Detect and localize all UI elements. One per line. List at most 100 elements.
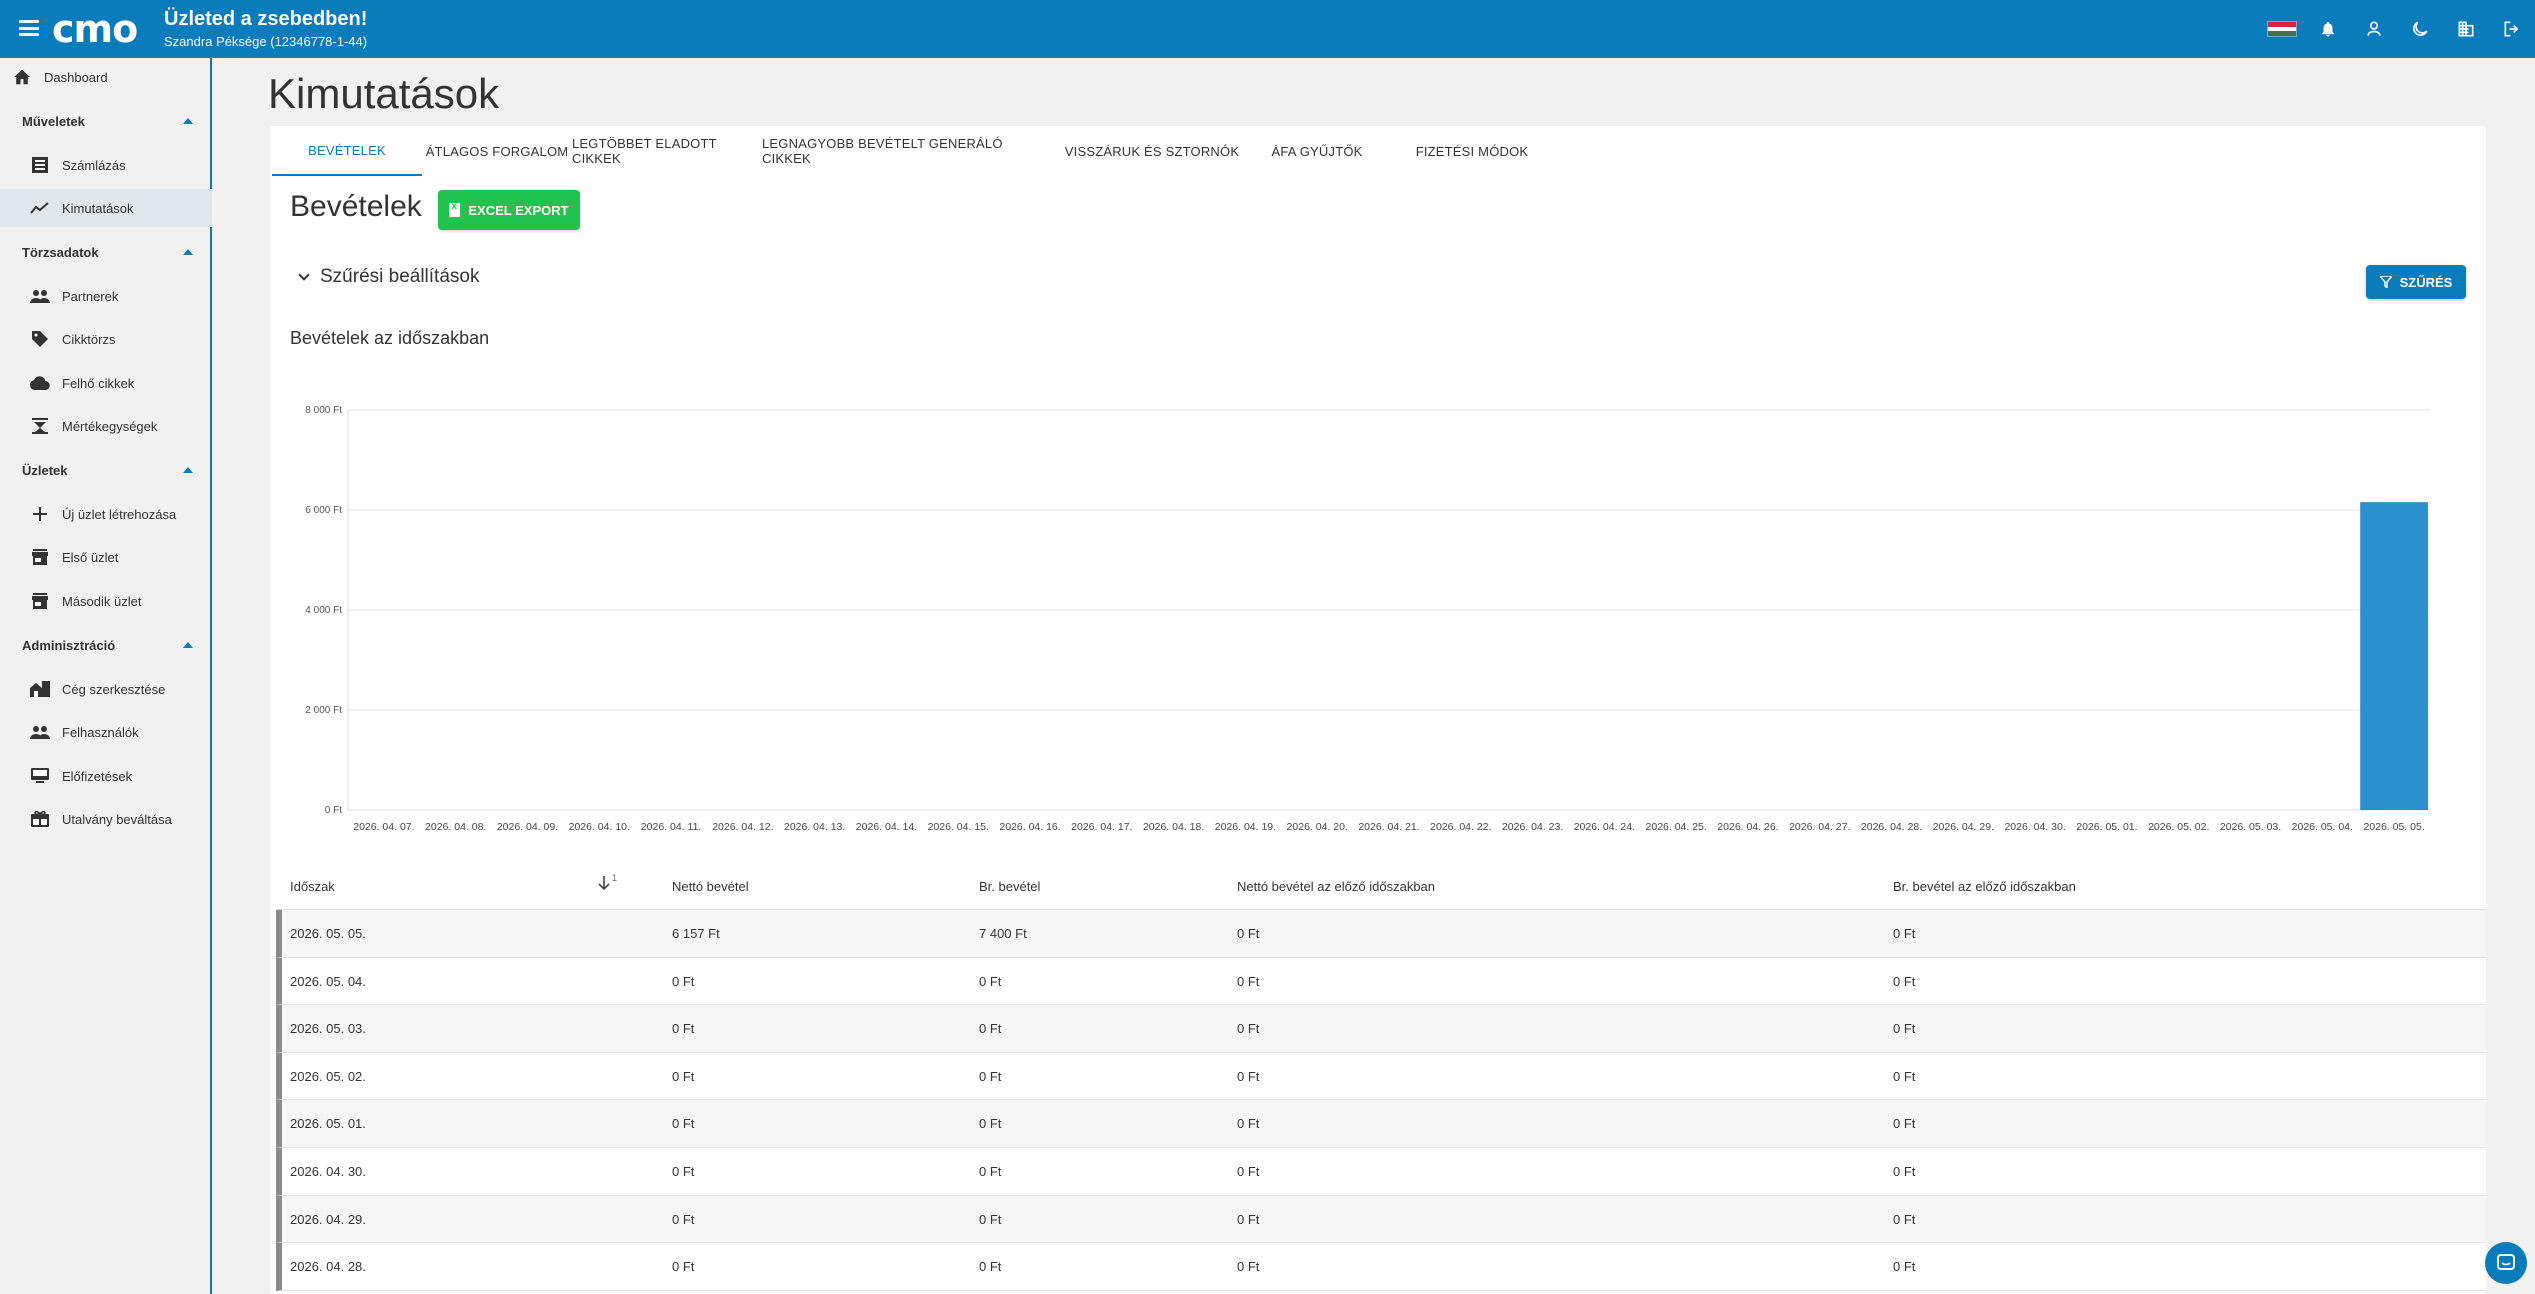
sidebar-item-mertekegysegek[interactable]: Mértékegységek xyxy=(0,407,212,445)
logout-icon[interactable] xyxy=(2489,0,2535,58)
sort-index: 1 xyxy=(612,873,618,883)
table-row[interactable]: 2026. 05. 04. 0 Ft 0 Ft 0 Ft 0 Ft xyxy=(276,957,2486,1006)
y-tick-label: 0 Ft xyxy=(325,805,342,816)
sidebar-item-ceg-szerkesztese[interactable]: Cég szerkesztése xyxy=(0,670,212,708)
column-header-netto-elozo[interactable]: Nettó bevétel az előző időszakban xyxy=(1237,862,1435,910)
sidebar-section-label: Törzsadatok xyxy=(22,244,99,260)
moon-icon[interactable] xyxy=(2397,0,2443,58)
bell-icon[interactable] xyxy=(2305,0,2351,58)
sidebar-section-adminisztracio[interactable]: Adminisztráció xyxy=(0,626,212,664)
table-cell: 2026. 05. 03. xyxy=(290,1021,366,1037)
table-cell: 0 Ft xyxy=(672,1211,695,1227)
table-cell: 2026. 05. 05. xyxy=(290,926,366,941)
sidebar-item-dashboard[interactable]: Dashboard xyxy=(0,58,212,96)
building-icon[interactable] xyxy=(2443,0,2489,58)
excel-export-label: EXCEL EXPORT xyxy=(468,202,569,218)
user-icon[interactable] xyxy=(2351,0,2397,58)
sidebar-item-elso-uzlet[interactable]: Első üzlet xyxy=(0,538,212,576)
table-cell: 2026. 04. 29. xyxy=(290,1211,366,1227)
sort-desc-icon[interactable]: 1 xyxy=(597,873,617,894)
sidebar-item-label: Cég szerkesztése xyxy=(62,681,166,697)
table-row[interactable]: 2026. 05. 01. 0 Ft 0 Ft 0 Ft 0 Ft xyxy=(276,1100,2486,1148)
column-header-netto-bevetel[interactable]: Nettó bevétel xyxy=(672,862,749,910)
sidebar-section-label: Adminisztráció xyxy=(22,637,116,653)
x-tick-label: 2026. 04. 07. xyxy=(353,821,414,833)
x-tick-label: 2026. 05. 01. xyxy=(2076,821,2137,833)
sidebar-section-torzsadatok[interactable]: Törzsadatok xyxy=(0,233,212,271)
table-cell: 0 Ft xyxy=(979,1259,1002,1275)
excel-export-button[interactable]: EXCEL EXPORT xyxy=(438,190,580,230)
tab-afa-gyujtok[interactable]: ÁFA GYŰJTŐK xyxy=(1252,126,1382,176)
sidebar-item-kimutatasok[interactable]: Kimutatások xyxy=(0,189,212,227)
sidebar-item-masodik-uzlet[interactable]: Második üzlet xyxy=(0,582,212,620)
table-row[interactable]: 2026. 04. 30. 0 Ft 0 Ft 0 Ft 0 Ft xyxy=(276,1147,2486,1196)
y-tick-label: 2 000 Ft xyxy=(305,705,342,716)
sidebar-item-label: Első üzlet xyxy=(62,549,119,565)
table-cell: 2026. 04. 28. xyxy=(290,1259,366,1275)
table-cell: 0 Ft xyxy=(672,1259,695,1275)
column-header-idoszak[interactable]: Időszak xyxy=(290,862,335,910)
table-cell: 0 Ft xyxy=(979,1068,1002,1084)
sidebar-item-label: Cikktörzs xyxy=(62,331,116,347)
x-tick-label: 2026. 04. 12. xyxy=(712,821,773,833)
x-tick-label: 2026. 04. 22. xyxy=(1430,821,1491,833)
sidebar-item-elofizetesek[interactable]: Előfizetések xyxy=(0,757,212,795)
table-cell: 0 Ft xyxy=(1237,1021,1260,1037)
sidebar-item-label: Dashboard xyxy=(44,69,108,85)
table-cell: 0 Ft xyxy=(672,1163,695,1179)
tab-atlagos-forgalom[interactable]: ÁTLAGOS FORGALOM xyxy=(422,126,572,176)
table-cell: 0 Ft xyxy=(979,1116,1002,1132)
people-icon xyxy=(30,287,50,305)
caret-up-icon xyxy=(183,642,193,648)
report-tabs: BEVÉTELEK ÁTLAGOS FORGALOM LEGTÖBBET ELA… xyxy=(270,126,2486,176)
table-cell: 0 Ft xyxy=(1893,1021,1916,1037)
x-tick-label: 2026. 04. 14. xyxy=(856,821,917,833)
caret-up-icon xyxy=(183,118,193,124)
table-cell: 0 Ft xyxy=(672,973,695,989)
table-cell: 0 Ft xyxy=(1893,1116,1916,1132)
x-tick-label: 2026. 04. 13. xyxy=(784,821,845,833)
sidebar-item-cikktorzs[interactable]: Cikktörzs xyxy=(0,320,212,358)
sidebar-item-label: Felhasználók xyxy=(62,724,139,740)
sidebar-item-label: Kimutatások xyxy=(62,200,134,216)
tab-fizetesi-modok[interactable]: FIZETÉSI MÓDOK xyxy=(1382,126,1562,176)
x-tick-label: 2026. 04. 09. xyxy=(497,821,558,833)
tab-legnagyobb-bevetelt-generalo-cikkek[interactable]: LEGNAGYOBB BEVÉTELT GENERÁLÓ CIKKEK xyxy=(762,126,1052,176)
filter-button[interactable]: SZŰRÉS xyxy=(2366,265,2466,299)
home-icon xyxy=(12,68,32,86)
sidebar-item-szamlazas[interactable]: Számlázás xyxy=(0,146,212,184)
sidebar-item-utalvany-bevaltasa[interactable]: Utalvány beváltása xyxy=(0,800,212,838)
sidebar-item-uj-uzlet[interactable]: Új üzlet létrehozása xyxy=(0,495,212,533)
x-tick-label: 2026. 04. 18. xyxy=(1143,821,1204,833)
sidebar-section-muveletek[interactable]: Műveletek xyxy=(0,102,212,140)
tab-bevetelek[interactable]: BEVÉTELEK xyxy=(272,126,422,176)
filter-settings-toggle[interactable]: Szűrési beállítások xyxy=(298,266,480,288)
x-tick-label: 2026. 04. 19. xyxy=(1215,821,1276,833)
tab-legtobbet-eladott-cikkek[interactable]: LEGTÖBBET ELADOTT CIKKEK xyxy=(572,126,762,176)
table-row[interactable]: 2026. 04. 29. 0 Ft 0 Ft 0 Ft 0 Ft xyxy=(276,1195,2486,1244)
sidebar-item-partnerek[interactable]: Partnerek xyxy=(0,277,212,315)
chat-button[interactable] xyxy=(2485,1242,2527,1284)
table-body: 2026. 05. 05. 6 157 Ft 7 400 Ft 0 Ft 0 Ft 202… xyxy=(276,910,2486,1291)
table-row[interactable]: 2026. 04. 28. 0 Ft 0 Ft 0 Ft 0 Ft xyxy=(276,1243,2486,1291)
tag-icon xyxy=(30,330,50,348)
plus-icon xyxy=(30,505,50,523)
column-header-br-bevetel[interactable]: Br. bevétel xyxy=(979,862,1040,910)
voucher-icon xyxy=(30,810,50,828)
x-tick-label: 2026. 04. 23. xyxy=(1502,821,1563,833)
tab-visszaruk-es-sztornok[interactable]: VISSZÁRUK ÉS SZTORNÓK xyxy=(1052,126,1252,176)
table-row[interactable]: 2026. 05. 05. 6 157 Ft 7 400 Ft 0 Ft 0 Ft xyxy=(276,910,2486,958)
column-header-br-elozo[interactable]: Br. bevétel az előző időszakban xyxy=(1893,862,2076,910)
app-logo[interactable]: cmo xyxy=(52,10,138,48)
filter-settings-label: Szűrési beállítások xyxy=(320,266,480,287)
table-row[interactable]: 2026. 05. 02. 0 Ft 0 Ft 0 Ft 0 Ft xyxy=(276,1052,2486,1101)
table-row[interactable]: 2026. 05. 03. 0 Ft 0 Ft 0 Ft 0 Ft xyxy=(276,1005,2486,1053)
sidebar-section-uzletek[interactable]: Üzletek xyxy=(0,451,212,489)
menu-icon[interactable] xyxy=(19,20,39,36)
hungarian-flag-icon[interactable] xyxy=(2259,0,2305,58)
report-card: BEVÉTELEK ÁTLAGOS FORGALOM LEGTÖBBET ELA… xyxy=(270,126,2486,1294)
sidebar-item-felho-cikkek[interactable]: Felhő cikkek xyxy=(0,364,212,402)
x-tick-label: 2026. 04. 24. xyxy=(1574,821,1635,833)
table-cell: 0 Ft xyxy=(1237,1211,1260,1227)
sidebar-item-felhasznalok[interactable]: Felhasználók xyxy=(0,713,212,751)
